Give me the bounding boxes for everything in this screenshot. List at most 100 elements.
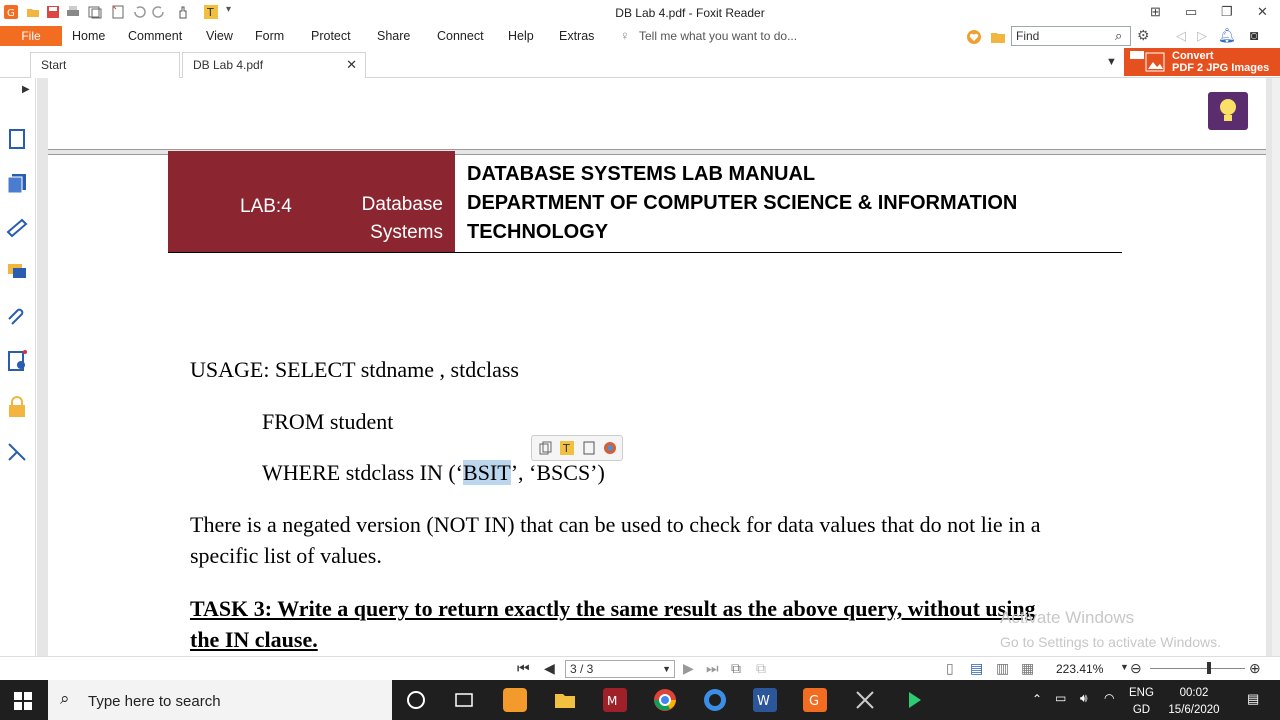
mendeley-icon[interactable]: M — [603, 688, 627, 712]
volume-icon[interactable]: 🔊︎ — [1080, 691, 1088, 706]
comments-icon[interactable] — [6, 260, 28, 282]
usage-line[interactable]: USAGE: SELECT stdname , stdclass — [190, 357, 519, 383]
zoom-out-icon[interactable]: ⊖ — [1130, 660, 1142, 677]
edit-tools-icon[interactable] — [6, 440, 28, 462]
last-page-icon[interactable]: ⏭ — [706, 660, 719, 677]
search-icon: ⌕ — [60, 689, 70, 708]
battery-icon[interactable]: ▭ — [1055, 691, 1066, 705]
taskbar-search-box[interactable]: ⌕ Type here to search — [48, 680, 392, 720]
menu-help[interactable]: Help — [508, 29, 534, 43]
user-icon[interactable]: ◙ — [1250, 27, 1258, 43]
menu-form[interactable]: Form — [255, 29, 284, 43]
next-page-icon[interactable]: ▶ — [683, 660, 694, 677]
search-icon[interactable]: ⌕ — [1115, 28, 1122, 44]
notification-bell-icon[interactable]: 🔔︎ — [1218, 27, 1236, 44]
tab-list-chevron-icon[interactable]: ▼ — [1106, 56, 1117, 68]
negated-line-2[interactable]: specific list of values. — [190, 543, 382, 569]
menu-extras[interactable]: Extras — [559, 29, 594, 43]
tab-start[interactable]: Start — [30, 52, 180, 78]
zoom-slider[interactable] — [1150, 668, 1245, 669]
vertical-scrollbar[interactable] — [1272, 78, 1280, 656]
language-indicator[interactable]: ENG GD — [1129, 685, 1154, 719]
previous-view-icon[interactable]: ⧉ — [731, 660, 741, 677]
maximize-icon[interactable]: ❐ — [1221, 4, 1233, 20]
menu-comment[interactable]: Comment — [128, 29, 182, 43]
foxit-reader-taskbar-icon[interactable]: G — [803, 688, 827, 712]
highlight-text-icon[interactable]: T — [560, 441, 574, 455]
menu-share[interactable]: Share — [377, 29, 410, 43]
taskbar-app-orange-icon[interactable] — [503, 688, 527, 712]
find-folder-icon[interactable] — [990, 29, 1006, 45]
wifi-icon[interactable]: ◠ — [1104, 691, 1114, 705]
subject-line-2: Systems — [370, 222, 443, 243]
chrome-icon[interactable] — [653, 688, 677, 712]
menu-connect[interactable]: Connect — [437, 29, 484, 43]
menu-file[interactable]: File — [0, 26, 62, 46]
from-line[interactable]: FROM student — [262, 409, 393, 435]
task3-line-2[interactable]: the IN clause. — [190, 627, 318, 653]
navigation-panel: ▶ — [0, 78, 36, 656]
task-view-icon[interactable] — [452, 688, 476, 712]
zoom-dropdown-icon[interactable]: ▼ — [1120, 662, 1129, 672]
header-title-line-2: DEPARTMENT OF COMPUTER SCIENCE & INFORMA… — [467, 192, 1018, 214]
expand-panel-icon[interactable]: ▶ — [22, 84, 30, 95]
page-thumbnail-icon[interactable] — [6, 128, 28, 150]
cortana-icon[interactable] — [404, 688, 428, 712]
restore-layout-icon[interactable]: ⊞ — [1150, 4, 1161, 20]
layers-icon[interactable] — [6, 172, 28, 194]
tab-db-lab-4[interactable]: DB Lab 4.pdf ✕ — [182, 52, 366, 78]
zoom-in-icon[interactable]: ⊕ — [1249, 660, 1261, 677]
menu-protect[interactable]: Protect — [311, 29, 351, 43]
forward-nav-icon[interactable]: ▷ — [1197, 28, 1207, 44]
notification-center-icon[interactable]: ▤ — [1247, 691, 1259, 707]
menu-home[interactable]: Home — [72, 29, 105, 43]
continuous-page-icon[interactable]: ▤ — [970, 660, 983, 677]
watermark-title: Activate Windows — [1000, 608, 1135, 627]
file-explorer-icon[interactable] — [553, 688, 577, 712]
watermark-subtitle: Go to Settings to activate Windows. — [1000, 634, 1221, 650]
close-tab-icon[interactable]: ✕ — [346, 53, 357, 77]
minimize-icon[interactable]: ▭ — [1185, 4, 1197, 20]
clock-time: 00:02 — [1179, 687, 1209, 699]
previous-page-icon[interactable]: ◀ — [544, 660, 555, 677]
search-web-icon[interactable] — [603, 441, 617, 455]
tools-app-icon[interactable] — [853, 688, 877, 712]
word-icon[interactable]: W — [753, 688, 777, 712]
heart-icon[interactable] — [966, 29, 982, 45]
header-divider — [168, 252, 1122, 253]
negated-line-1[interactable]: There is a negated version (NOT IN) that… — [190, 512, 1041, 538]
clock[interactable]: 00:02 15/6/2020 — [1164, 685, 1224, 719]
continuous-facing-icon[interactable]: ▦ — [1021, 660, 1034, 677]
page-dropdown-icon[interactable]: ▼ — [662, 661, 671, 677]
first-page-icon[interactable]: ⏮ — [517, 660, 530, 677]
close-window-icon[interactable]: ✕ — [1257, 4, 1268, 20]
lock-icon[interactable] — [6, 396, 28, 418]
next-view-icon[interactable]: ⧉ — [756, 660, 766, 677]
gear-icon[interactable]: ⚙ — [1137, 27, 1150, 44]
copy-icon[interactable] — [539, 441, 553, 455]
security-status-icon[interactable] — [6, 350, 28, 372]
tell-me-search[interactable]: Tell me what you want to do... — [639, 29, 797, 43]
window-title: DB Lab 4.pdf - Foxit Reader — [615, 6, 765, 20]
where-line[interactable]: WHERE stdclass IN (‘BSIT’, ‘BSCS’) — [262, 460, 605, 486]
browser-app-icon[interactable] — [703, 688, 727, 712]
svg-text:W: W — [757, 694, 770, 709]
zoom-level[interactable]: 223.41% — [1056, 662, 1103, 676]
signature-icon[interactable] — [6, 216, 28, 238]
single-page-icon[interactable]: ▯ — [946, 660, 954, 677]
show-hidden-icons-icon[interactable]: ⌃ — [1032, 692, 1042, 706]
selected-text[interactable]: BSIT — [463, 460, 511, 485]
note-icon[interactable] — [582, 441, 596, 455]
tip-lightbulb-button[interactable] — [1208, 92, 1248, 130]
task3-line-1[interactable]: TASK 3: Write a query to return exactly … — [190, 596, 1036, 622]
convert-pdf-banner[interactable]: Convert PDF 2 JPG Images — [1124, 48, 1280, 76]
back-nav-icon[interactable]: ◁ — [1176, 28, 1186, 44]
attachment-icon[interactable] — [6, 306, 28, 328]
page-number-input[interactable]: 3 / 3 ▼ — [565, 660, 675, 678]
windows-start-icon[interactable] — [14, 692, 32, 710]
zoom-slider-thumb[interactable] — [1207, 662, 1211, 674]
green-app-icon[interactable] — [903, 688, 927, 712]
facing-pages-icon[interactable]: ▥ — [996, 660, 1009, 677]
find-input[interactable]: Find — [1011, 26, 1131, 46]
menu-view[interactable]: View — [206, 29, 233, 43]
